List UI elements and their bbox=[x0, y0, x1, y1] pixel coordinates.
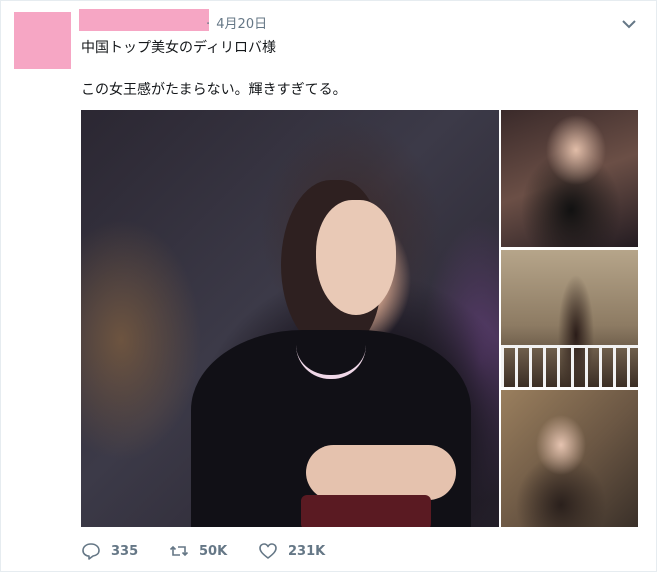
tweet-text-line-2: この女王感がたまらない。輝きすぎてる。 bbox=[81, 82, 347, 98]
reply-button[interactable]: 335 bbox=[81, 539, 138, 563]
tweet-media-grid bbox=[81, 110, 638, 527]
photo-figure-face bbox=[316, 200, 396, 315]
media-photo-4[interactable] bbox=[501, 390, 638, 527]
photo-figure-hands bbox=[306, 445, 456, 500]
like-button[interactable]: 231K bbox=[258, 539, 325, 563]
reply-count: 335 bbox=[111, 543, 139, 559]
avatar[interactable] bbox=[14, 12, 71, 69]
tweet-date[interactable]: · 4月20日 bbox=[206, 13, 267, 32]
reply-icon bbox=[82, 543, 100, 560]
photo-figure-bag bbox=[301, 495, 431, 527]
retweet-count: 50K bbox=[199, 543, 228, 559]
like-count: 231K bbox=[288, 543, 326, 559]
retweet-icon bbox=[169, 545, 189, 557]
user-name-redacted[interactable] bbox=[79, 9, 209, 31]
retweet-button[interactable]: 50K bbox=[169, 539, 227, 563]
tweet-text-line-1: 中国トップ美女のディリロバ様 bbox=[81, 40, 277, 56]
date-text: 4月20日 bbox=[216, 17, 268, 32]
photo-balcony-rail bbox=[501, 345, 638, 387]
media-photo-3[interactable] bbox=[501, 250, 638, 387]
chevron-down-icon bbox=[622, 20, 636, 29]
tweet-card: · 4月20日 中国トップ美女のディリロバ様 この女王感がたまらない。輝きすぎて… bbox=[0, 0, 657, 572]
media-photo-2[interactable] bbox=[501, 110, 638, 247]
more-options-button[interactable] bbox=[621, 15, 637, 29]
date-separator: · bbox=[206, 17, 211, 32]
media-photo-main[interactable] bbox=[81, 110, 499, 527]
like-icon bbox=[259, 543, 277, 559]
